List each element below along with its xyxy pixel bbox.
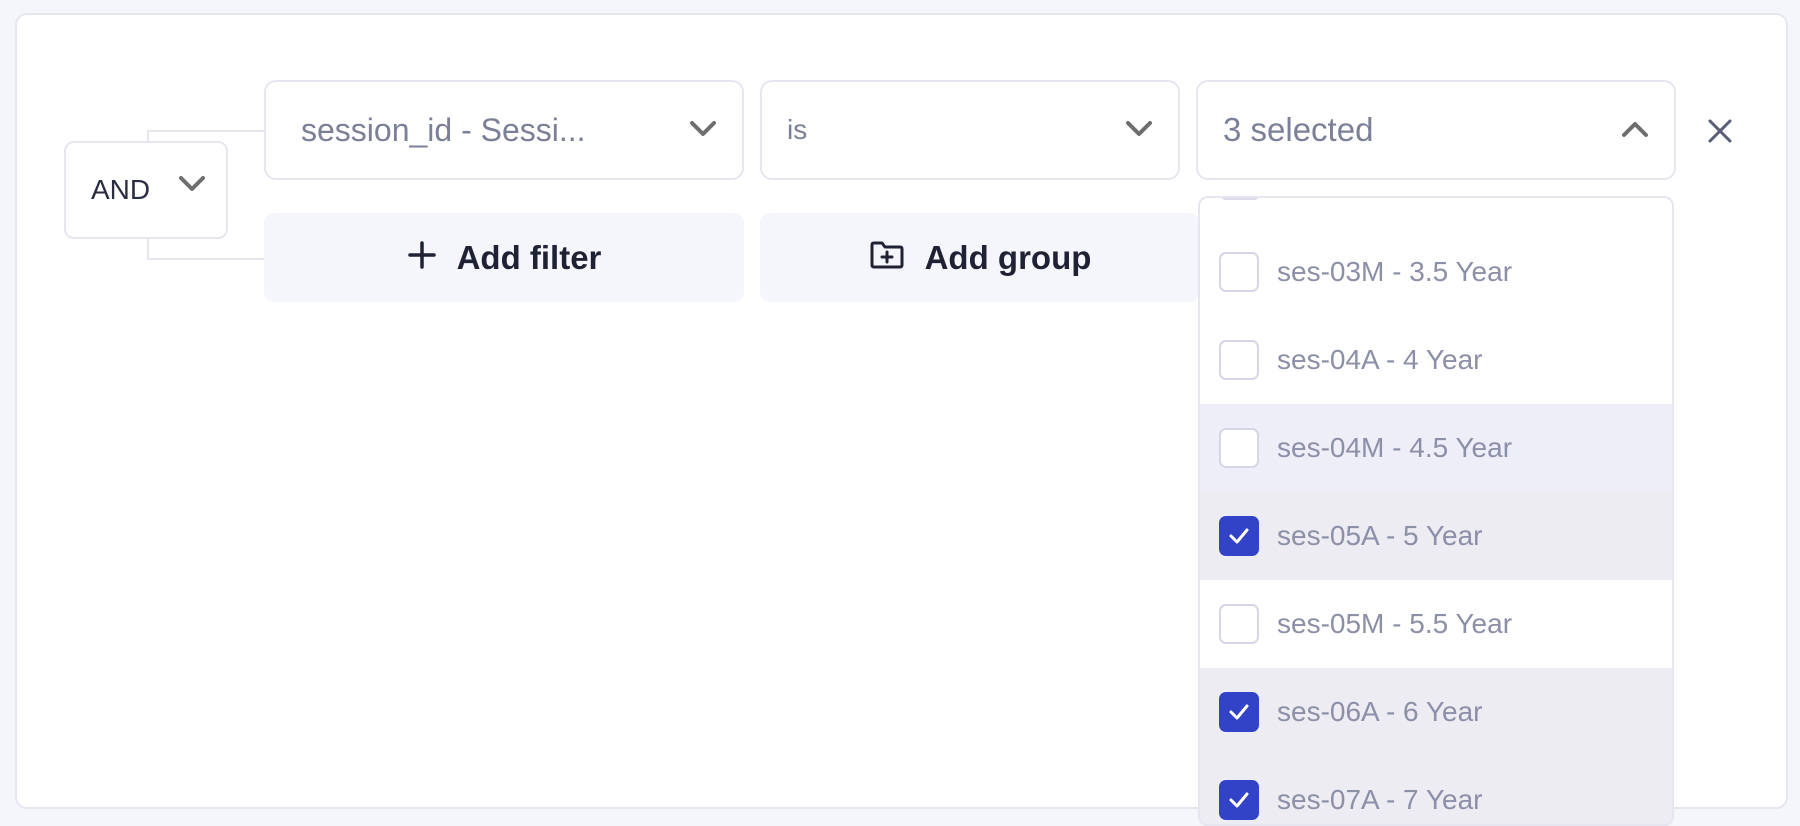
filter-field-select[interactable]: session_id - Sessi... [264, 80, 744, 180]
option-label: ses-05M - 5.5 Year [1277, 608, 1513, 639]
add-filter-button[interactable]: Add filter [264, 213, 744, 302]
values-dropdown-list[interactable]: ses-03M - 3.5 Year ses-04A - 4 Year ses-… [1198, 196, 1674, 826]
checkbox[interactable] [1219, 252, 1259, 292]
group-operator-select[interactable]: AND [64, 141, 228, 239]
filter-condition-select[interactable]: is [760, 80, 1180, 180]
check-icon [1229, 704, 1249, 720]
checkbox[interactable] [1219, 428, 1259, 468]
plus-icon [407, 240, 457, 275]
dropdown-option[interactable]: ses-05A - 5 Year [1200, 492, 1672, 580]
filter-values-select[interactable]: 3 selected [1196, 80, 1676, 180]
checkbox[interactable] [1219, 604, 1259, 644]
check-icon [1229, 528, 1249, 544]
group-operator-value: AND [91, 174, 151, 205]
group-connector-bottom [147, 237, 264, 260]
option-label: ses-04M - 4.5 Year [1277, 432, 1513, 463]
chevron-down-icon [178, 175, 206, 198]
add-group-label: Add group [924, 238, 1092, 276]
dropdown-option[interactable]: ses-04A - 4 Year [1200, 316, 1672, 404]
chevron-up-icon [1621, 120, 1649, 143]
folder-plus-icon [869, 240, 925, 275]
filter-values-summary: 3 selected [1223, 111, 1374, 148]
filter-field-value: session_id - Sessi... [301, 111, 586, 148]
dropdown-option[interactable]: ses-04M - 4.5 Year [1200, 404, 1672, 492]
partial-checkbox [1220, 198, 1260, 200]
checkbox-checked[interactable] [1219, 516, 1259, 556]
close-icon [1706, 119, 1734, 149]
add-group-button[interactable]: Add group [760, 213, 1200, 302]
add-filter-label: Add filter [456, 238, 602, 276]
check-icon [1229, 792, 1249, 808]
option-label: ses-05A - 5 Year [1277, 520, 1483, 551]
dropdown-option[interactable]: ses-03M - 3.5 Year [1200, 228, 1672, 316]
option-label: ses-03M - 3.5 Year [1277, 256, 1513, 287]
filter-condition-value: is [787, 114, 808, 145]
dropdown-option[interactable]: ses-05M - 5.5 Year [1200, 580, 1672, 668]
chevron-down-icon [1125, 120, 1153, 143]
checkbox[interactable] [1219, 340, 1259, 380]
option-label: ses-04A - 4 Year [1277, 344, 1483, 375]
dropdown-option[interactable]: ses-07A - 7 Year [1200, 756, 1672, 824]
option-label: ses-07A - 7 Year [1277, 784, 1483, 815]
dropdown-option[interactable]: ses-06A - 6 Year [1200, 668, 1672, 756]
remove-filter-button[interactable] [1706, 117, 1734, 145]
checkbox-checked[interactable] [1219, 780, 1259, 820]
option-label: ses-06A - 6 Year [1277, 696, 1483, 727]
checkbox-checked[interactable] [1219, 692, 1259, 732]
chevron-down-icon [689, 120, 717, 143]
